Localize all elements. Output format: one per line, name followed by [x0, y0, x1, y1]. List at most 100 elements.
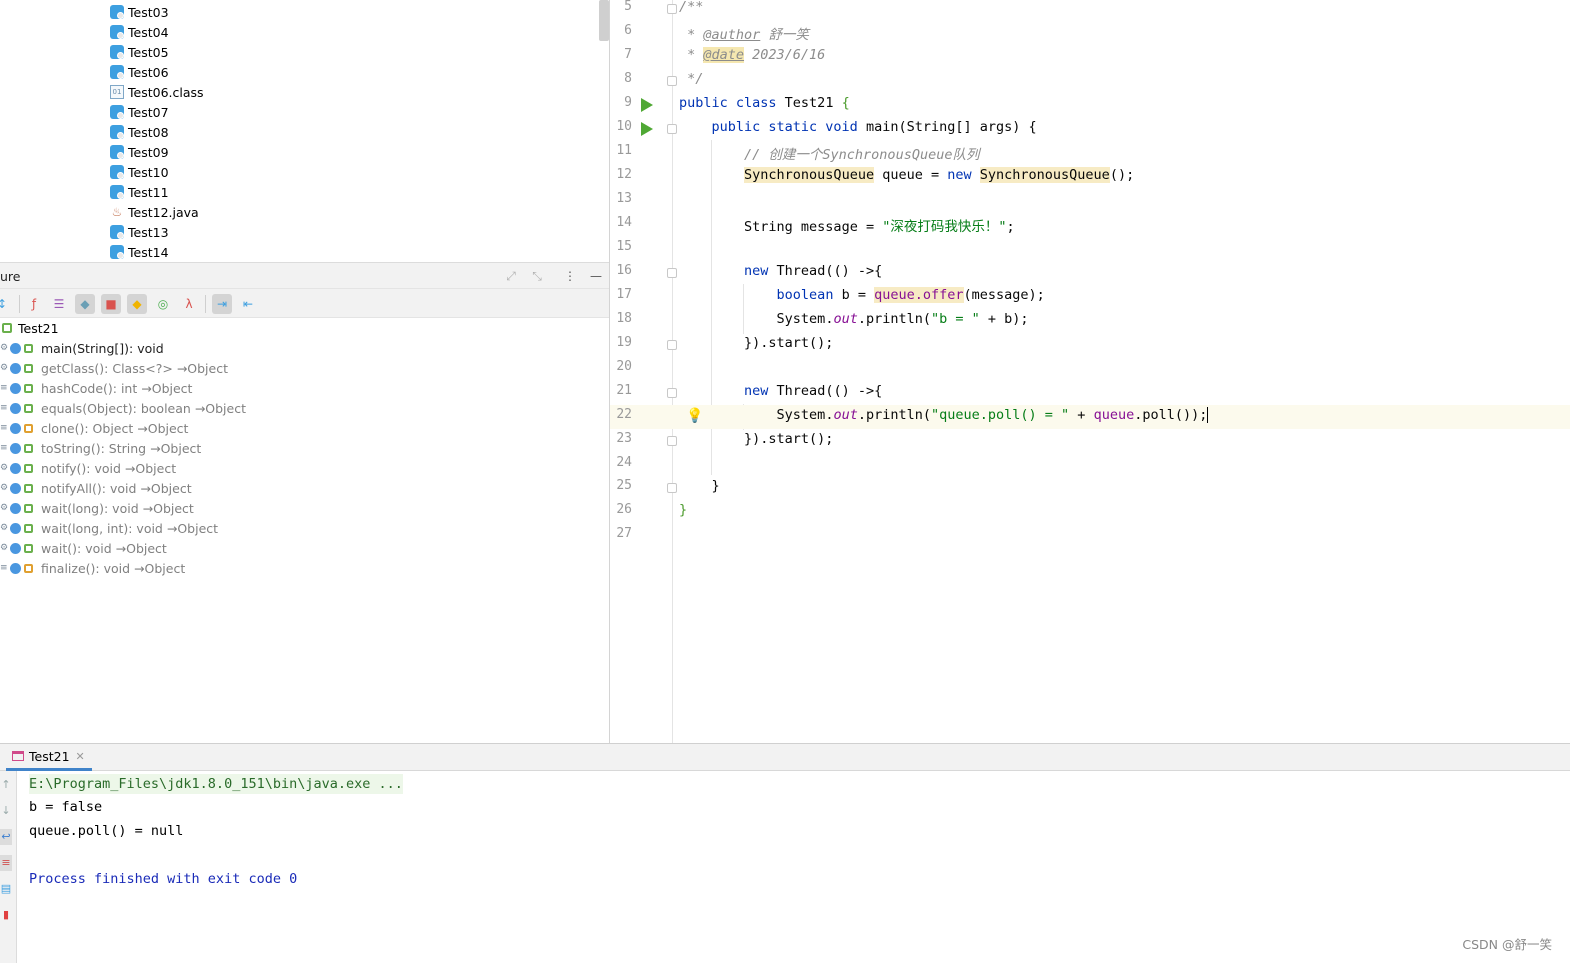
code-line[interactable]: 18 System.out.println("b = " + b);: [610, 309, 1570, 333]
method-marker-icon: ⚙: [0, 343, 9, 353]
show-constants-icon[interactable]: ◆: [127, 294, 147, 314]
more-options-icon[interactable]: ⋮: [562, 268, 578, 284]
method-icon: [10, 522, 21, 534]
structure-method[interactable]: ≡ toString(): String →Object: [0, 438, 201, 458]
code-line-current[interactable]: 22 💡 System.out.println("queue.poll() = …: [610, 405, 1570, 429]
code-line[interactable]: 16 new Thread(() ->{: [610, 261, 1570, 285]
code-line[interactable]: 19 }).start();: [610, 333, 1570, 357]
show-fields-icon[interactable]: ☰: [49, 294, 69, 314]
show-non-public-icon[interactable]: ■: [101, 294, 121, 314]
fold-icon[interactable]: [667, 340, 677, 350]
autoscroll-to-source-icon[interactable]: ⇥: [212, 294, 232, 314]
structure-method[interactable]: ≡ hashCode(): int →Object: [0, 378, 192, 398]
structure-method[interactable]: ⚙ main(String[]): void: [0, 338, 164, 358]
structure-method[interactable]: ⚙ getClass(): Class<?> →Object: [0, 358, 228, 378]
tree-item-test09[interactable]: Test09: [110, 142, 169, 162]
run-icon[interactable]: [641, 122, 653, 136]
protected-icon: [24, 563, 33, 573]
close-icon[interactable]: ✕: [76, 750, 85, 763]
scroll-to-end-icon[interactable]: ≡: [0, 855, 12, 871]
line-number: 20: [616, 359, 632, 374]
code-line[interactable]: 5 /**: [610, 0, 1570, 21]
code-line[interactable]: 8 */: [610, 69, 1570, 93]
code-line[interactable]: 20: [610, 357, 1570, 381]
method-signature: hashCode(): int: [41, 380, 138, 396]
tree-item-test10[interactable]: Test10: [110, 162, 169, 182]
code-line[interactable]: 13: [610, 189, 1570, 213]
code-text: String message = "深夜打码我快乐！";: [744, 219, 1015, 235]
expand-all-icon[interactable]: ⤢: [503, 268, 519, 284]
show-anonymous-icon[interactable]: ◎: [153, 294, 173, 314]
trash-icon[interactable]: ▮: [0, 907, 12, 923]
structure-method[interactable]: ⚙ notify(): void →Object: [0, 458, 176, 478]
run-side-toolbar: ↑ ↓ ↩ ≡ ▤ ▮: [0, 771, 17, 963]
console-output[interactable]: E:\Program_Files\jdk1.8.0_151\bin\java.e…: [18, 771, 1570, 963]
line-number: 18: [616, 311, 632, 326]
tree-item-test13[interactable]: Test13: [110, 222, 169, 242]
minimize-icon[interactable]: —: [588, 268, 604, 284]
structure-method[interactable]: ≡ equals(Object): boolean →Object: [0, 398, 246, 418]
code-line[interactable]: 12 SynchronousQueue queue = new Synchron…: [610, 165, 1570, 189]
structure-method[interactable]: ⚙ wait(): void →Object: [0, 538, 167, 558]
method-signature: main(String[]): void: [41, 340, 164, 356]
code-line[interactable]: 10 public static void main(String[] args…: [610, 117, 1570, 141]
fold-icon[interactable]: [667, 483, 677, 493]
structure-method[interactable]: ⚙ notifyAll(): void →Object: [0, 478, 192, 498]
code-line[interactable]: 15: [610, 237, 1570, 261]
run-icon[interactable]: [641, 98, 653, 112]
inherited-from: →Object: [194, 400, 246, 416]
tree-item-test12-java[interactable]: ♨ Test12.java: [110, 202, 199, 222]
tree-item-test14[interactable]: Test14: [110, 242, 169, 262]
code-line[interactable]: 27: [610, 524, 1570, 548]
arrow-up-icon[interactable]: ↑: [0, 777, 12, 793]
tree-item-test06-class[interactable]: 01 Test06.class: [110, 82, 204, 102]
tree-item-test07[interactable]: Test07: [110, 102, 169, 122]
soft-wrap-icon[interactable]: ↩: [0, 829, 12, 845]
run-tab[interactable]: Test21 ✕: [6, 744, 92, 771]
code-line[interactable]: 25 }: [610, 476, 1570, 500]
tree-item-test06[interactable]: Test06: [110, 62, 169, 82]
code-line[interactable]: 21 new Thread(() ->{: [610, 381, 1570, 405]
structure-method[interactable]: ≡ finalize(): void →Object: [0, 558, 185, 578]
sort-icon[interactable]: ↕: [0, 294, 12, 314]
tree-item-test08[interactable]: Test08: [110, 122, 169, 142]
method-icon: [10, 502, 21, 514]
fold-icon[interactable]: [667, 268, 677, 278]
autoscroll-from-source-icon[interactable]: ⇤: [238, 294, 258, 314]
fold-icon[interactable]: [667, 4, 677, 14]
code-line[interactable]: 17 boolean b = queue.offer(message);: [610, 285, 1570, 309]
code-editor[interactable]: 5 /** 6 * @author 舒一笑 7 * @date 2023/6/1…: [610, 0, 1570, 743]
collapse-all-icon[interactable]: ⤡: [529, 268, 545, 284]
tree-scrollbar[interactable]: [599, 0, 609, 41]
tree-item-test03[interactable]: Test03: [110, 2, 169, 22]
print-icon[interactable]: ▤: [0, 881, 12, 897]
structure-root-class[interactable]: Test21: [0, 318, 59, 338]
fold-icon[interactable]: [667, 436, 677, 446]
method-signature: notifyAll(): void: [41, 480, 137, 496]
structure-header: ure ⤢ ⤡ ⋮ —: [0, 262, 610, 289]
show-properties-icon[interactable]: ◆: [75, 294, 95, 314]
fold-icon[interactable]: [667, 76, 677, 86]
fold-icon[interactable]: [667, 388, 677, 398]
code-line[interactable]: 6 * @author 舒一笑: [610, 21, 1570, 45]
show-inherited-icon[interactable]: ƒ: [24, 294, 44, 314]
tree-item-test04[interactable]: Test04: [110, 22, 169, 42]
code-line[interactable]: 14 String message = "深夜打码我快乐！";: [610, 213, 1570, 237]
arrow-down-icon[interactable]: ↓: [0, 803, 12, 819]
class-icon: [110, 125, 124, 139]
structure-method[interactable]: ⚙ wait(long, int): void →Object: [0, 518, 218, 538]
code-line[interactable]: 26 }: [610, 500, 1570, 524]
code-line[interactable]: 9 public class Test21 {: [610, 93, 1570, 117]
code-line[interactable]: 7 * @date 2023/6/16: [610, 45, 1570, 69]
code-line[interactable]: 23 }).start();: [610, 429, 1570, 453]
watermark: CSDN @舒一笑: [1462, 937, 1552, 952]
fold-icon[interactable]: [667, 124, 677, 134]
structure-method[interactable]: ⚙ wait(long): void →Object: [0, 498, 194, 518]
console-output-line: queue.poll() = null: [29, 823, 184, 839]
structure-method[interactable]: ≡ clone(): Object →Object: [0, 418, 188, 438]
code-line[interactable]: 11 // 创建一个SynchronousQueue队列: [610, 141, 1570, 165]
code-line[interactable]: 24: [610, 453, 1570, 477]
tree-item-test11[interactable]: Test11: [110, 182, 169, 202]
show-lambdas-icon[interactable]: λ: [179, 294, 199, 314]
tree-item-test05[interactable]: Test05: [110, 42, 169, 62]
